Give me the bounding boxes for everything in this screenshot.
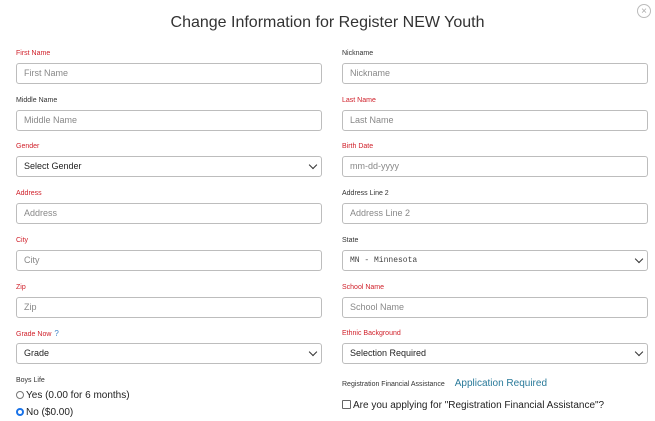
gender-group: Gender Select Gender: [16, 142, 322, 177]
city-group: City City: [16, 236, 322, 271]
boys-life-no-option[interactable]: No ($0.00): [16, 406, 73, 420]
chevron-down-icon: [634, 347, 644, 357]
address-group: Address Address: [16, 189, 322, 224]
financial-assistance-label: Registration Financial Assistance: [342, 381, 445, 388]
financial-assistance-checkbox-label: Are you applying for "Registration Finan…: [353, 400, 605, 411]
last-name-label: Last Name: [342, 97, 376, 104]
boys-life-label: Boys Life: [16, 377, 45, 384]
state-label: State: [342, 237, 359, 244]
gender-select[interactable]: Select Gender: [16, 156, 322, 177]
radio-no[interactable]: [16, 408, 24, 416]
ethnic-group: Ethnic Background Selection Required: [342, 329, 648, 364]
ethnic-select[interactable]: Selection Required: [342, 343, 648, 364]
zip-input[interactable]: Zip: [16, 297, 322, 318]
middle-name-group: Middle Name Middle Name: [16, 96, 322, 131]
school-group: School Name School Name: [342, 283, 648, 318]
zip-group: Zip Zip: [16, 283, 322, 318]
help-icon[interactable]: ?: [54, 329, 58, 338]
city-input[interactable]: City: [16, 250, 322, 271]
first-name-label: First Name: [16, 50, 51, 57]
zip-label: Zip: [16, 284, 26, 291]
birth-date-label: Birth Date: [342, 143, 374, 150]
gender-select-value: Select Gender: [24, 161, 82, 171]
grade-select[interactable]: Grade: [16, 343, 322, 364]
ethnic-label: Ethnic Background: [342, 330, 401, 337]
chevron-down-icon: [634, 254, 644, 264]
financial-assistance-checkbox[interactable]: [342, 400, 351, 409]
grade-group: Grade Now? Grade: [16, 329, 322, 364]
boys-life-yes-label: Yes (0.00 for 6 months): [26, 390, 130, 401]
grade-select-value: Grade: [24, 348, 50, 358]
nickname-label: Nickname: [342, 50, 374, 57]
first-name-group: First Name First Name: [16, 49, 322, 84]
financial-assistance-status: Application Required: [454, 378, 547, 389]
modal-title: Change Information for Register NEW Yout…: [170, 14, 485, 31]
last-name-input[interactable]: Last Name: [342, 110, 648, 131]
grade-label: Grade Now?: [16, 329, 322, 339]
chevron-down-icon: [308, 160, 318, 170]
address-label: Address: [16, 190, 42, 197]
boys-life-yes-option[interactable]: Yes (0.00 for 6 months): [16, 389, 130, 403]
nickname-input[interactable]: Nickname: [342, 63, 648, 84]
state-select[interactable]: MN - Minnesota: [342, 250, 648, 271]
state-select-value: MN - Minnesota: [350, 256, 418, 265]
ethnic-select-value: Selection Required: [350, 348, 427, 358]
chevron-down-icon: [308, 347, 318, 357]
birth-date-group: Birth Date mm-dd-yyyy: [342, 142, 648, 177]
gender-label: Gender: [16, 143, 40, 150]
nickname-group: Nickname Nickname: [342, 49, 648, 84]
first-name-input[interactable]: First Name: [16, 63, 322, 84]
address2-input[interactable]: Address Line 2: [342, 203, 648, 224]
boys-life-no-label: No ($0.00): [26, 407, 74, 418]
state-group: State MN - Minnesota: [342, 236, 648, 271]
financial-assistance-row: Registration Financial Assistance Applica…: [342, 377, 547, 391]
birth-date-input[interactable]: mm-dd-yyyy: [342, 156, 648, 177]
middle-name-label: Middle Name: [16, 97, 58, 104]
close-icon[interactable]: ×: [637, 4, 651, 18]
school-input[interactable]: School Name: [342, 297, 648, 318]
address2-group: Address Line 2 Address Line 2: [342, 189, 648, 224]
grade-label-text: Grade Now: [16, 331, 52, 338]
last-name-group: Last Name Last Name: [342, 96, 648, 131]
middle-name-input[interactable]: Middle Name: [16, 110, 322, 131]
city-label: City: [16, 237, 29, 244]
address-input[interactable]: Address: [16, 203, 322, 224]
financial-assistance-check-row[interactable]: Are you applying for "Registration Finan…: [342, 399, 604, 413]
school-label: School Name: [342, 284, 385, 291]
address2-label: Address Line 2: [342, 190, 389, 197]
radio-yes[interactable]: [16, 391, 24, 399]
